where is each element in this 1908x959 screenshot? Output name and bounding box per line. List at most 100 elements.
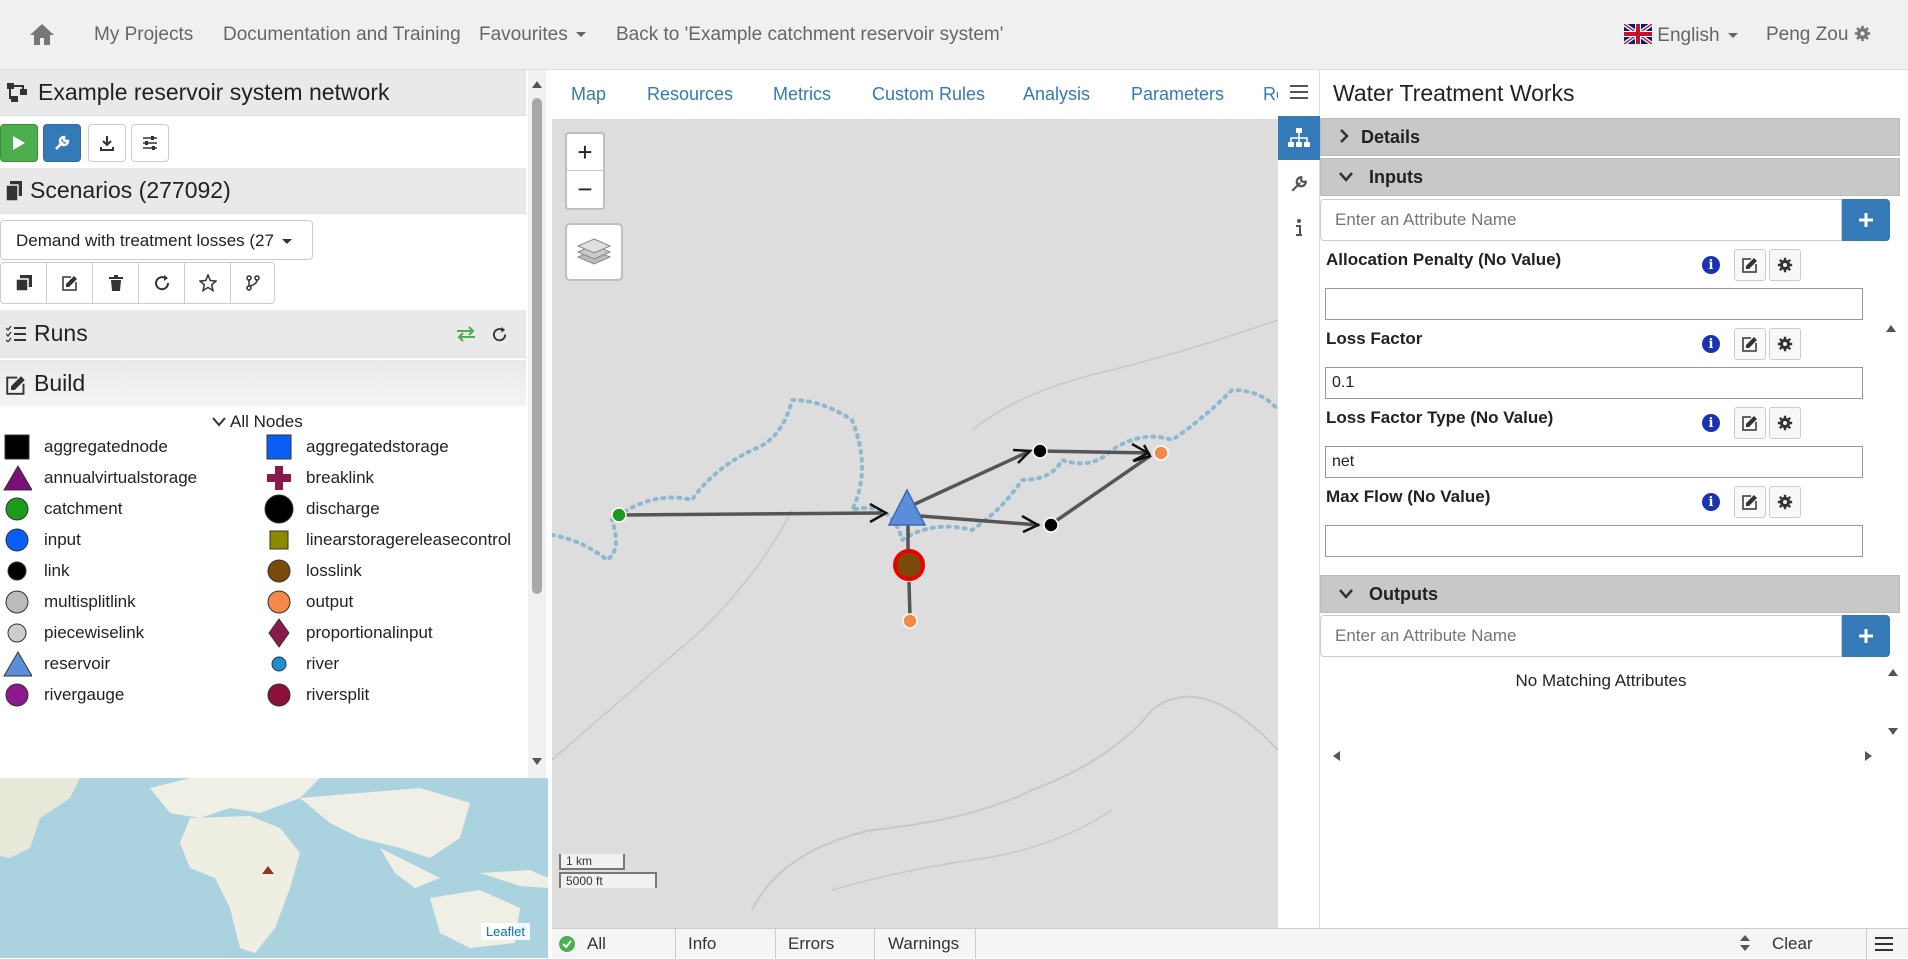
details-section-header[interactable]: Details (1320, 118, 1900, 156)
language-select[interactable]: English (1622, 22, 1738, 47)
refresh-scenario-button[interactable] (139, 263, 185, 303)
legend-item-riversplit[interactable]: riversplit (264, 680, 369, 710)
legend-item-catchment[interactable]: catchment (2, 494, 122, 524)
side-tab-menu[interactable] (1278, 70, 1320, 114)
network-map-canvas[interactable] (552, 70, 1278, 928)
attribute-value-input[interactable] (1325, 525, 1863, 557)
info-icon[interactable]: i (1702, 256, 1720, 274)
edit-attribute-button[interactable] (1734, 407, 1766, 439)
edit-attribute-button[interactable] (1734, 249, 1766, 281)
link-node-2[interactable] (1043, 517, 1059, 533)
inputs-section-header[interactable]: Inputs (1320, 158, 1900, 196)
outputs-search-input[interactable] (1320, 615, 1842, 657)
branch-icon (246, 275, 260, 291)
tab-metrics[interactable]: Metrics (773, 84, 831, 105)
tab-custom-rules[interactable]: Custom Rules (872, 84, 985, 105)
link-node-1[interactable] (1032, 443, 1048, 459)
tools-button[interactable] (43, 124, 81, 162)
clone-scenario-button[interactable] (1, 263, 47, 303)
legend-item-river[interactable]: river (264, 649, 339, 679)
legend-item-aggregatedstorage[interactable]: aggregatedstorage (264, 432, 449, 462)
attribute-settings-button[interactable] (1769, 407, 1801, 439)
clear-log-button[interactable]: Clear (1772, 934, 1813, 954)
info-icon[interactable]: i (1702, 493, 1720, 511)
legend-item-aggregatednode[interactable]: aggregatednode (2, 432, 168, 462)
scroll-thumb[interactable] (532, 98, 542, 594)
attribute-settings-button[interactable] (1769, 249, 1801, 281)
info-icon[interactable]: i (1702, 414, 1720, 432)
delete-scenario-button[interactable] (93, 263, 139, 303)
filter-errors[interactable]: Errors (788, 934, 834, 954)
legend-item-discharge[interactable]: discharge (264, 494, 380, 524)
legend-item-losslink[interactable]: losslink (264, 556, 362, 586)
zoom-out-button[interactable]: − (567, 171, 603, 208)
add-input-attribute-button[interactable] (1842, 199, 1890, 241)
branch-scenario-button[interactable] (231, 263, 275, 303)
nav-my-projects[interactable]: My Projects (94, 24, 193, 46)
overview-minimap[interactable]: Leaflet (0, 778, 548, 958)
catchment-node[interactable] (611, 507, 627, 523)
nav-favourites[interactable]: Favourites (479, 24, 586, 46)
nav-documentation[interactable]: Documentation and Training (223, 24, 461, 46)
left-scrollbar[interactable] (528, 70, 546, 778)
legend-item-rivergauge[interactable]: rivergauge (2, 680, 124, 710)
run-button[interactable] (0, 124, 38, 162)
all-nodes-toggle[interactable]: All Nodes (212, 412, 303, 432)
legend-item-reservoir[interactable]: reservoir (2, 649, 110, 679)
tab-analysis[interactable]: Analysis (1023, 84, 1090, 105)
tab-resources[interactable]: Resources (647, 84, 733, 105)
filter-warnings[interactable]: Warnings (888, 934, 959, 954)
legend-item-input[interactable]: input (2, 525, 81, 555)
side-tab-tools[interactable] (1278, 162, 1320, 206)
menu-icon[interactable] (1875, 937, 1893, 951)
scroll-left-icon[interactable] (1332, 751, 1340, 761)
legend-item-annualvirtualstorage[interactable]: annualvirtualstorage (2, 463, 197, 493)
attribute-value-input[interactable] (1325, 288, 1863, 320)
settings-sliders-button[interactable] (131, 124, 169, 162)
zoom-in-button[interactable]: + (567, 134, 603, 171)
edit-attribute-button[interactable] (1734, 328, 1766, 360)
tab-results-truncated[interactable]: Re (1263, 84, 1278, 105)
map-area[interactable]: Map Resources Metrics Custom Rules Analy… (552, 70, 1278, 928)
legend-item-breaklink[interactable]: breaklink (264, 463, 374, 493)
leaflet-attribution-link[interactable]: Leaflet (480, 923, 530, 940)
legend-item-output[interactable]: output (264, 587, 353, 617)
side-tab-network[interactable] (1278, 116, 1320, 160)
attribute-settings-button[interactable] (1769, 486, 1801, 518)
home-icon[interactable] (28, 22, 58, 48)
legend-item-proportionalinput[interactable]: proportionalinput (264, 618, 433, 648)
exchange-icon[interactable] (456, 326, 476, 342)
scroll-right-icon[interactable] (1865, 751, 1873, 761)
sort-icon[interactable] (1740, 935, 1750, 951)
legend-item-link[interactable]: link (2, 556, 70, 586)
attribute-value-input[interactable] (1325, 446, 1863, 478)
filter-info[interactable]: Info (688, 934, 716, 954)
legend-item-piecewiselink[interactable]: piecewiselink (2, 618, 144, 648)
scroll-up-icon[interactable] (1888, 668, 1898, 676)
user-menu[interactable]: Peng Zou (1766, 24, 1871, 46)
side-tab-info[interactable] (1278, 206, 1320, 250)
scenario-select[interactable]: Demand with treatment losses (27 (0, 220, 313, 260)
attribute-settings-button[interactable] (1769, 328, 1801, 360)
favourite-scenario-button[interactable] (185, 263, 231, 303)
attribute-value-input[interactable] (1325, 367, 1863, 399)
download-button[interactable] (88, 124, 126, 162)
outputs-section-header[interactable]: Outputs (1320, 575, 1900, 613)
tab-parameters[interactable]: Parameters (1131, 84, 1224, 105)
legend-item-linearstoragereleasecontrol[interactable]: linearstoragereleasecontrol (264, 525, 511, 555)
filter-all[interactable]: All (587, 934, 606, 954)
add-output-attribute-button[interactable] (1842, 615, 1890, 657)
nav-back-link[interactable]: Back to 'Example catchment reservoir sys… (616, 24, 1003, 46)
edit-attribute-button[interactable] (1734, 486, 1766, 518)
edit-scenario-button[interactable] (47, 263, 93, 303)
refresh-runs-icon[interactable] (492, 327, 507, 342)
inputs-search-input[interactable] (1320, 199, 1842, 241)
legend-item-multisplitlink[interactable]: multisplitlink (2, 587, 136, 617)
output-node-2[interactable] (902, 613, 918, 629)
water-treatment-works-node[interactable] (893, 549, 925, 581)
info-icon[interactable]: i (1702, 335, 1720, 353)
output-node-1[interactable] (1153, 445, 1169, 461)
layers-button[interactable] (565, 223, 623, 281)
scroll-down-icon[interactable] (1888, 728, 1898, 736)
tab-map[interactable]: Map (571, 84, 606, 105)
